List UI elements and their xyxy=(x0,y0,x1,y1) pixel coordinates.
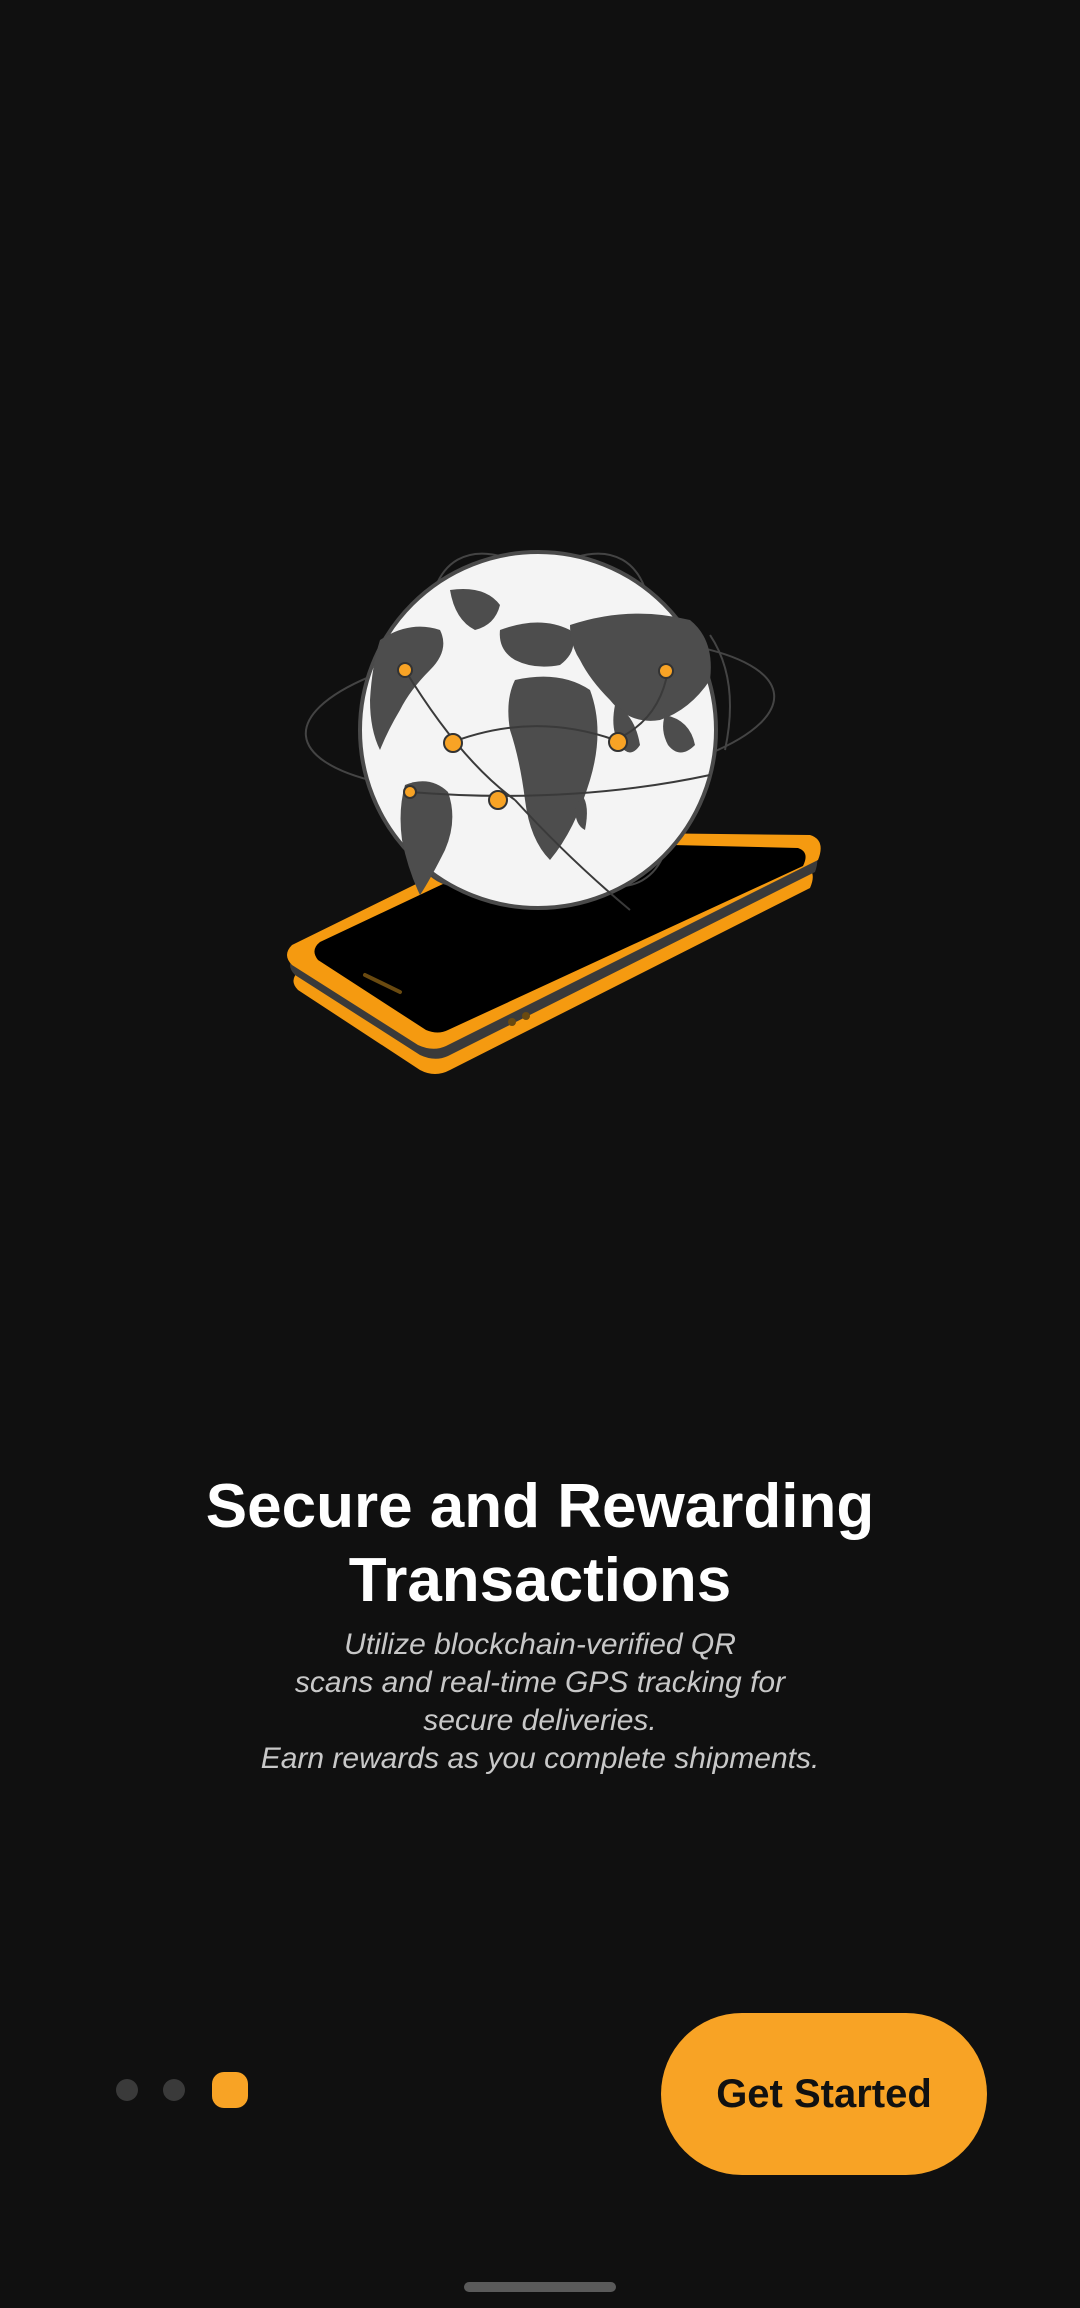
home-indicator[interactable] xyxy=(464,2282,616,2292)
page-indicator xyxy=(116,2070,248,2110)
onboarding-subtitle: Utilize blockchain-verified QR scans and… xyxy=(260,1628,820,1775)
page-indicator-dot-2[interactable] xyxy=(163,2079,185,2101)
globe-icon xyxy=(358,550,718,911)
get-started-button[interactable]: Get Started xyxy=(661,2013,987,2175)
onboarding-title: Secure and Rewarding Transactions xyxy=(205,1472,875,1615)
page-indicator-dot-1[interactable] xyxy=(116,2079,138,2101)
page-indicator-dot-3-active[interactable] xyxy=(212,2072,248,2108)
globe-on-smartphone-icon xyxy=(287,550,821,1074)
onboarding-screen: Secure and Rewarding Transactions Utiliz… xyxy=(0,0,1080,2308)
globe-on-smartphone-illustration xyxy=(270,530,830,1090)
